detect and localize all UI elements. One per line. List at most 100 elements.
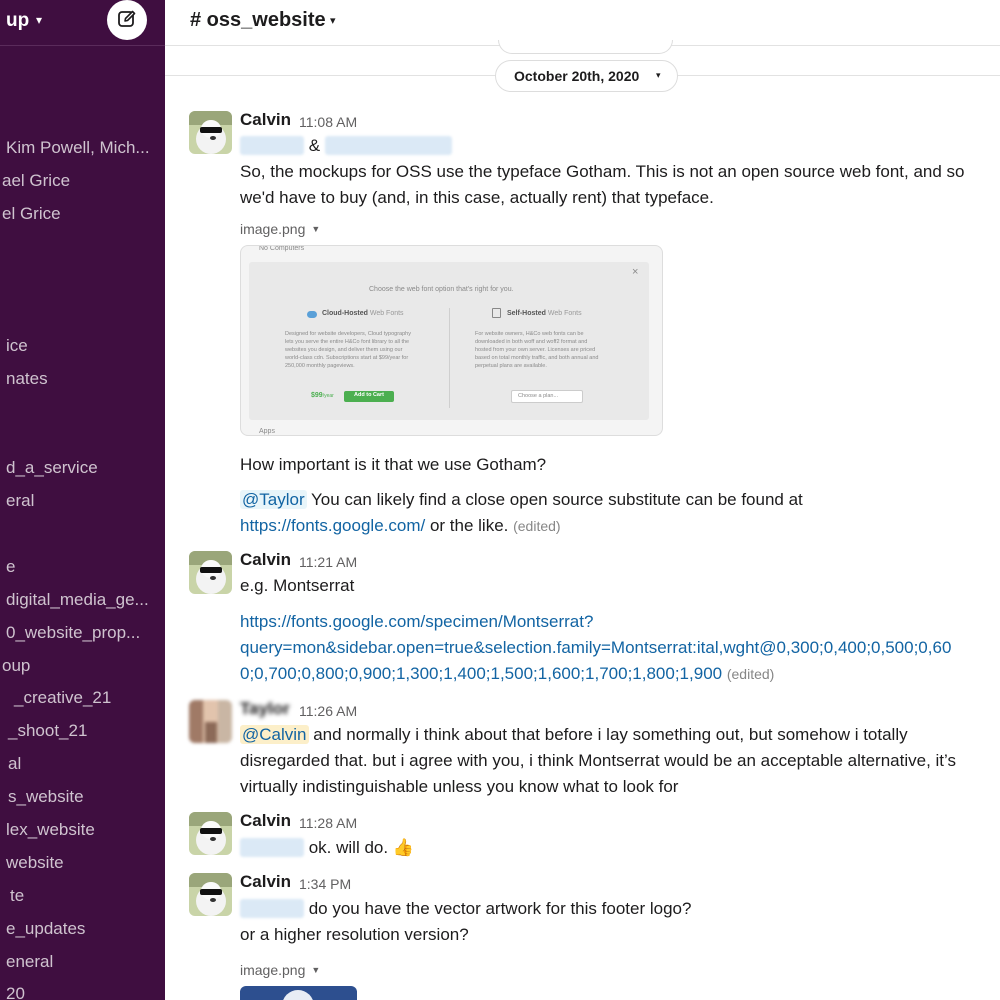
avatar-image (189, 812, 232, 855)
sidebar-item[interactable]: 20 (6, 983, 25, 1000)
message-text: @Calvin and normally i think about that … (240, 725, 908, 744)
preview-plan-select: Choose a plan... (511, 390, 583, 403)
file-name[interactable]: image.png (240, 221, 305, 237)
avatar[interactable] (189, 111, 232, 154)
edited-label: (edited) (513, 518, 561, 534)
message-timestamp[interactable]: 1:34 PM (299, 876, 351, 892)
avatar[interactable] (189, 700, 232, 743)
sidebar: up ▾ Kim Powell, Mich... ael Grice el Gr… (0, 0, 165, 1000)
sidebar-item[interactable]: al (8, 753, 21, 775)
message-text: So, the mockups for OSS use the typeface… (240, 162, 965, 181)
message-text: disregarded that. but i agree with you, … (240, 751, 956, 770)
sidebar-item[interactable]: s_website (8, 786, 84, 808)
chevron-down-icon: ▾ (656, 70, 661, 80)
date-divider[interactable]: October 20th, 2020 ▾ (495, 60, 678, 92)
logo-image (282, 990, 314, 1000)
sidebar-item[interactable]: ael Grice (2, 170, 70, 192)
sidebar-item[interactable]: d_a_service (6, 457, 98, 479)
message-author[interactable]: Calvin (240, 811, 291, 831)
compose-button[interactable] (107, 0, 147, 40)
message-author[interactable]: Calvin (240, 550, 291, 570)
sidebar-item[interactable]: eral (6, 490, 34, 512)
sidebar-item[interactable]: e_updates (6, 918, 85, 940)
channel-title[interactable]: # oss_website (190, 9, 326, 32)
message-timestamp[interactable]: 11:08 AM (299, 114, 357, 130)
preview-right-title: Self-Hosted Web Fonts (507, 310, 582, 317)
user-mention[interactable]: @Taylor (240, 490, 307, 509)
compose-icon (118, 10, 136, 27)
message-timestamp[interactable]: 11:26 AM (299, 703, 357, 719)
message-text: e.g. Montserrat (240, 576, 355, 595)
sidebar-item[interactable]: e (6, 556, 15, 578)
sidebar-item[interactable]: website (6, 852, 64, 874)
sidebar-item[interactable]: digital_media_ge... (6, 589, 149, 611)
sidebar-item[interactable]: oup (2, 655, 30, 677)
mention-blurred[interactable] (324, 136, 452, 155)
sidebar-item[interactable]: nates (6, 368, 48, 390)
sidebar-item[interactable]: lex_website (6, 819, 95, 841)
preview-text: Apps (259, 428, 275, 435)
sidebar-item[interactable]: _shoot_21 (8, 720, 87, 742)
download-icon (492, 308, 501, 318)
message-timestamp[interactable]: 11:28 AM (299, 815, 357, 831)
mention-blurred[interactable] (240, 899, 304, 918)
message-text: do you have the vector artwork for this … (240, 898, 691, 920)
self-mention[interactable]: @Calvin (240, 725, 309, 744)
message-text: or a higher resolution version? (240, 925, 469, 944)
chevron-down-icon[interactable]: ▾ (36, 13, 42, 27)
avatar[interactable] (189, 873, 232, 916)
preview-divider (449, 308, 450, 408)
avatar-image (189, 700, 232, 743)
message-text: How important is it that we use Gotham? (240, 455, 547, 474)
date-label: October 20th, 2020 (514, 68, 640, 84)
message-link[interactable]: https://fonts.google.com/ (240, 516, 425, 535)
sidebar-item[interactable]: Kim Powell, Mich... (6, 137, 150, 159)
message-link[interactable]: query=mon&sidebar.open=true&selection.fa… (240, 637, 951, 659)
message-link[interactable]: https://fonts.google.com/specimen/Montse… (240, 611, 593, 633)
date-divider-previous (498, 40, 673, 54)
chevron-down-icon[interactable]: ▾ (330, 14, 336, 27)
file-name[interactable]: image.png (240, 962, 305, 978)
caret-down-icon[interactable]: ▼ (311, 224, 320, 234)
message-text: ok. will do. 👍 (240, 837, 414, 859)
avatar[interactable] (189, 812, 232, 855)
message-author[interactable]: Calvin (240, 110, 291, 130)
preview-add-to-cart: Add to Cart (344, 391, 394, 402)
avatar[interactable] (189, 551, 232, 594)
message-author[interactable]: Calvin (240, 872, 291, 892)
edited-label: (edited) (726, 666, 775, 682)
workspace-header[interactable]: up ▾ (0, 0, 165, 46)
preview-price: $99/year (311, 392, 334, 399)
sidebar-item[interactable]: 0_website_prop... (6, 622, 140, 644)
thumbs-up-icon: 👍 (392, 838, 414, 857)
file-label[interactable]: image.png ▼ (240, 962, 320, 978)
preview-left-body: Designed for website developers, Cloud t… (285, 331, 411, 369)
avatar-image (189, 873, 232, 916)
sidebar-item[interactable]: te (10, 885, 24, 907)
cloud-icon (307, 311, 317, 318)
message-pane: # oss_website ▾ October 20th, 2020 ▾ Cal… (165, 0, 1000, 1000)
sidebar-item[interactable]: _creative_21 (14, 687, 111, 709)
mention-blurred[interactable] (240, 136, 304, 155)
sidebar-item[interactable]: el Grice (2, 203, 61, 225)
mention-blurred[interactable] (240, 838, 304, 857)
close-icon: × (632, 266, 639, 278)
sidebar-item[interactable]: ice (6, 335, 28, 357)
workspace-name[interactable]: up (6, 10, 29, 32)
message-link[interactable]: 0;0,700;0,800;0,900;1,300;1,400;1,500;1,… (240, 664, 722, 683)
preview-heading: Choose the web font option that's right … (369, 286, 514, 293)
preview-text: No Computers (259, 245, 305, 252)
sidebar-item[interactable]: eneral (6, 951, 53, 973)
file-label[interactable]: image.png ▼ (240, 221, 320, 237)
preview-left-title: Cloud-Hosted Web Fonts (322, 310, 404, 317)
message-text: virtually indistinguishable unless you k… (240, 777, 679, 796)
message-text: & (240, 135, 452, 157)
preview-dialog: × Choose the web font option that's righ… (249, 262, 649, 420)
caret-down-icon[interactable]: ▼ (311, 965, 320, 975)
image-preview[interactable]: No Computers × Choose the web font optio… (240, 245, 663, 436)
image-preview[interactable] (240, 986, 357, 1000)
preview-right-body: For website owners, H&Co web fonts can b… (475, 331, 599, 369)
message-author[interactable]: Taylor (240, 699, 290, 719)
message-text: we'd have to buy (and, in this case, act… (240, 188, 714, 207)
message-timestamp[interactable]: 11:21 AM (299, 554, 357, 570)
